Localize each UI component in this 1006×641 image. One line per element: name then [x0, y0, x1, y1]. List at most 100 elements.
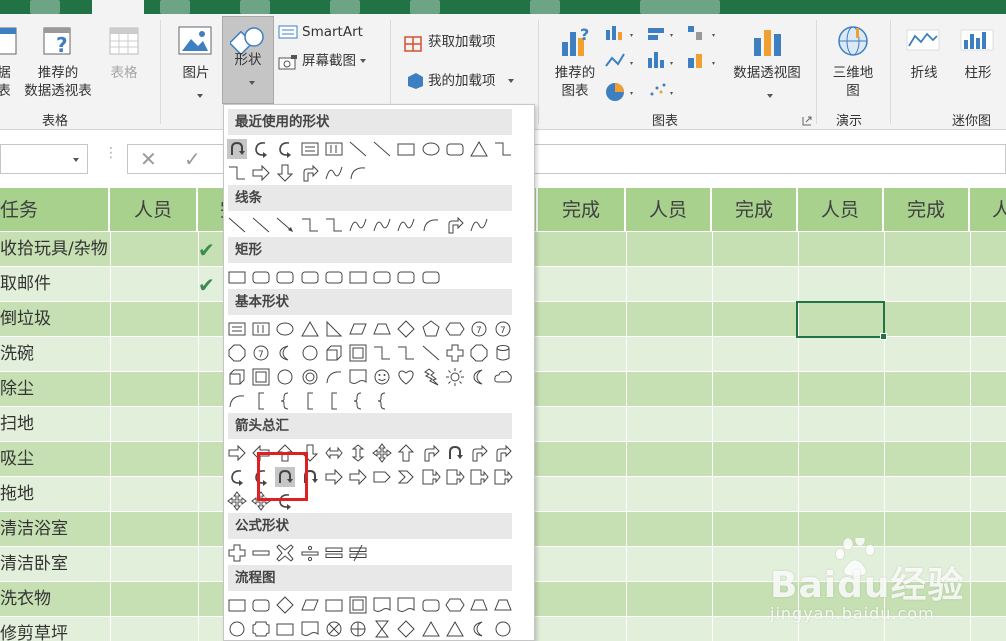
- shape-rect-icon[interactable]: [227, 595, 247, 615]
- shape-doc-icon[interactable]: [372, 595, 392, 615]
- shape-callout-icon[interactable]: [469, 467, 489, 487]
- shape-arrR-icon[interactable]: [251, 163, 271, 183]
- shape-circle-icon[interactable]: [300, 343, 320, 363]
- shape-uturn-icon[interactable]: [445, 443, 465, 463]
- shape-callout-icon[interactable]: [445, 467, 465, 487]
- shape-can-icon[interactable]: [493, 343, 513, 363]
- task-cell[interactable]: 洗衣物: [0, 582, 51, 616]
- addins-icon[interactable]: [406, 72, 424, 90]
- shape-rrect-icon[interactable]: [324, 267, 344, 287]
- shape-trap-icon[interactable]: [372, 319, 392, 339]
- header-cell[interactable]: 完成: [712, 188, 798, 232]
- shape-bentR-icon[interactable]: [445, 215, 465, 235]
- shape-sun-icon[interactable]: [445, 367, 465, 387]
- shape-arrR-icon[interactable]: [348, 467, 368, 487]
- shape-heart-icon[interactable]: [396, 367, 416, 387]
- shape-bolt-icon[interactable]: [421, 367, 441, 387]
- shape-line-icon[interactable]: [372, 139, 392, 159]
- shape-octagon-icon[interactable]: [469, 343, 489, 363]
- shape-quad-icon[interactable]: [227, 491, 247, 511]
- shape-line-icon[interactable]: [421, 343, 441, 363]
- shape-hex-icon[interactable]: [445, 319, 465, 339]
- shape-rrect-icon[interactable]: [421, 595, 441, 615]
- shape-rect-icon[interactable]: [324, 595, 344, 615]
- shape-elbow-icon[interactable]: [324, 215, 344, 235]
- shape-tri-icon[interactable]: [421, 619, 441, 639]
- shape-brace-icon[interactable]: [275, 391, 295, 411]
- shape-num-icon[interactable]: 7: [469, 319, 489, 339]
- shape-cube-icon[interactable]: [227, 367, 247, 387]
- name-box[interactable]: [0, 144, 88, 174]
- pivot-chart-icon[interactable]: [752, 24, 786, 58]
- shape-frame-icon[interactable]: [251, 367, 271, 387]
- shape-vtext-icon[interactable]: [251, 319, 271, 339]
- shape-octagon-icon[interactable]: [227, 343, 247, 363]
- shape-quad-icon[interactable]: [372, 443, 393, 463]
- shape-diam-icon[interactable]: [396, 319, 416, 339]
- task-cell[interactable]: 倒垃圾: [0, 302, 51, 336]
- task-cell[interactable]: 修剪草坪: [0, 617, 68, 641]
- pivot-table-button[interactable]: 据 表: [0, 64, 14, 100]
- shape-curve-icon[interactable]: [324, 163, 344, 183]
- shape-smile-icon[interactable]: [372, 367, 392, 387]
- recommended-pivot-button[interactable]: 推荐的 数据透视表: [18, 64, 98, 100]
- shape-ring-icon[interactable]: [300, 367, 320, 387]
- shape-arrLR-icon[interactable]: [324, 443, 344, 463]
- shape-rrect-icon[interactable]: [275, 267, 295, 287]
- my-addins-button[interactable]: 我的加载项: [428, 72, 514, 90]
- shape-plaque-icon[interactable]: [251, 619, 271, 639]
- shape-circle-icon[interactable]: [493, 619, 513, 639]
- sparkline-line-button[interactable]: 折线: [904, 64, 944, 82]
- map-3d-button[interactable]: 三维地 图: [826, 64, 880, 100]
- shape-tri-icon[interactable]: [469, 139, 489, 159]
- header-cell[interactable]: 完成: [884, 188, 970, 232]
- shape-vtext-icon[interactable]: [324, 139, 344, 159]
- get-addins-button[interactable]: 获取加载项: [428, 33, 496, 51]
- recommended-pivot-icon[interactable]: ?: [42, 24, 76, 58]
- task-cell[interactable]: 清洁浴室: [0, 512, 68, 546]
- shape-xor-icon[interactable]: [324, 619, 344, 639]
- shape-oval-icon[interactable]: [275, 319, 295, 339]
- shape-hourglass-icon[interactable]: [372, 619, 392, 639]
- task-cell[interactable]: 取邮件: [0, 267, 51, 301]
- shape-callout-icon[interactable]: [421, 467, 441, 487]
- shape-uturn-icon[interactable]: [227, 139, 247, 159]
- ribbon-tab[interactable]: [240, 0, 270, 14]
- shape-elbow-icon[interactable]: [372, 343, 392, 363]
- shape-elbow-icon[interactable]: [227, 163, 247, 183]
- selected-cell[interactable]: [796, 301, 887, 340]
- shape-circarrow-icon[interactable]: [227, 467, 247, 487]
- shape-divide-icon[interactable]: [300, 543, 320, 563]
- shape-tri-icon[interactable]: [445, 619, 465, 639]
- shape-moon-icon[interactable]: [469, 367, 489, 387]
- shape-curve-icon[interactable]: [469, 215, 489, 235]
- shape-arc-icon[interactable]: [348, 163, 368, 183]
- recommended-charts-button[interactable]: 推荐的 图表: [548, 64, 602, 100]
- header-cell[interactable]: 人员: [626, 188, 712, 232]
- screenshot-button[interactable]: 屏幕截图: [302, 52, 366, 70]
- shape-plus-icon[interactable]: [227, 543, 247, 563]
- shape-elbow-icon[interactable]: [493, 139, 513, 159]
- picture-icon[interactable]: [178, 24, 212, 58]
- shape-bracket-icon[interactable]: [324, 391, 344, 411]
- smartart-button[interactable]: SmartArt: [302, 23, 363, 41]
- globe-icon[interactable]: [836, 24, 870, 58]
- shape-equal-icon[interactable]: [324, 543, 344, 563]
- shape-callout-icon[interactable]: [493, 467, 513, 487]
- shape-rrect-icon[interactable]: [372, 267, 392, 287]
- shape-doc-icon[interactable]: [348, 367, 368, 387]
- enter-icon[interactable]: ✓: [184, 147, 201, 171]
- task-cell[interactable]: 洗碗: [0, 337, 34, 371]
- shape-pentarr-icon[interactable]: [372, 467, 392, 487]
- shape-para-icon[interactable]: [300, 595, 320, 615]
- shape-cloud-icon[interactable]: [493, 367, 513, 387]
- shape-curve-icon[interactable]: [348, 215, 368, 235]
- header-cell[interactable]: 任务: [0, 188, 110, 232]
- shape-circle-icon[interactable]: [275, 367, 295, 387]
- shape-curve-icon[interactable]: [396, 215, 416, 235]
- shape-brace-icon[interactable]: [348, 391, 368, 411]
- header-cell[interactable]: 人员: [798, 188, 884, 232]
- shape-rtri-icon[interactable]: [324, 319, 344, 339]
- shape-bentR-icon[interactable]: [469, 443, 489, 463]
- dialog-launcher-icon[interactable]: [802, 116, 812, 126]
